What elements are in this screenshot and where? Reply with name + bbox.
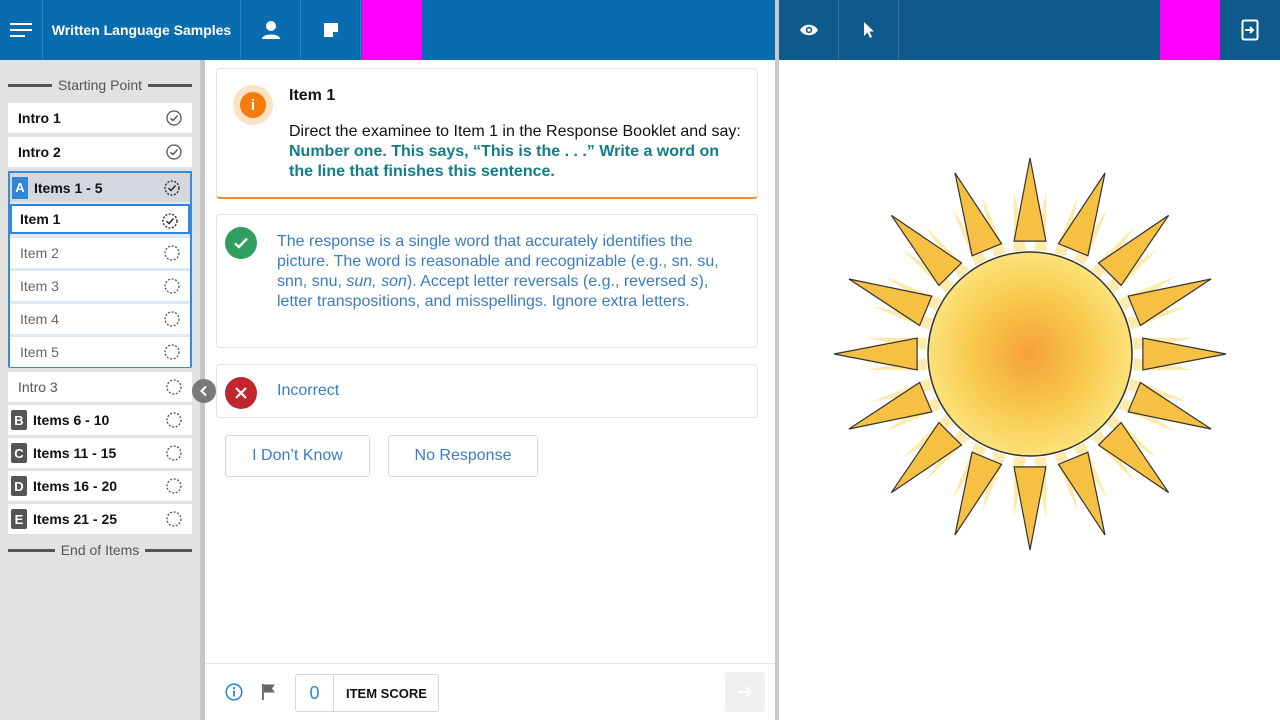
complete-check-icon [166,144,182,160]
exit-button[interactable] [1220,0,1280,60]
collapse-sidebar-button[interactable] [192,379,216,403]
correct-check-icon [225,227,257,259]
info-outline-icon[interactable] [225,683,243,701]
sidebar-group-items-21-25[interactable]: E Items 21 - 25 [8,504,192,534]
not-started-icon [166,478,182,494]
person-icon [261,21,280,39]
incorrect-x-icon [225,377,257,409]
instruction-prefix: Direct the examinee to Item 1 in the Res… [289,123,741,140]
not-started-icon [164,245,180,261]
sidebar-item-intro-1[interactable]: Intro 1 [8,103,192,133]
sidebar-item-intro-3[interactable]: Intro 3 [8,372,192,402]
pointer-button[interactable] [839,0,899,60]
highlight-marker [362,0,422,60]
item-instruction-card: i Item 1 Direct the examinee to Item 1 i… [216,68,758,199]
incorrect-response-option[interactable]: Incorrect [216,364,758,418]
starting-point-header: Starting Point [8,75,192,95]
group-badge: A [12,176,28,199]
sidebar-group-items-11-15[interactable]: C Items 11 - 15 [8,438,192,468]
arrow-right-icon [738,686,753,698]
instruction-say: Number one. This says, “This is the . . … [289,143,720,180]
sidebar-group-items-6-10[interactable]: B Items 6 - 10 [8,405,192,435]
item-score-label: ITEM SCORE [346,685,427,701]
examiner-toolbar: Written Language Samples [0,0,775,60]
eye-icon [799,24,818,36]
next-item-button[interactable] [725,672,765,712]
not-started-icon [164,311,180,327]
exit-icon [1241,19,1259,41]
item-title: Item 1 [289,87,336,104]
note-icon [323,23,338,37]
sidebar-item-item-2[interactable]: Item 2 [10,238,190,268]
in-progress-check-icon [164,180,180,196]
item-score-box: 0 ITEM SCORE [295,674,439,712]
not-started-icon [166,511,182,527]
not-started-icon [164,344,180,360]
flag-icon[interactable] [261,683,277,701]
not-started-icon [164,278,180,294]
examinee-toolbar [779,0,1280,60]
sidebar-group-items-1-5[interactable]: A Items 1 - 5 [8,171,192,202]
dont-know-button[interactable]: I Don’t Know [225,435,370,477]
sidebar-item-item-3[interactable]: Item 3 [10,271,190,301]
chevron-left-icon [200,385,207,397]
item-instruction: Direct the examinee to Item 1 in the Res… [289,122,745,182]
group-badge: E [11,509,27,529]
scoring-footer: 0 ITEM SCORE [205,663,775,720]
incorrect-label: Incorrect [277,382,340,399]
not-started-icon [166,412,182,428]
test-title: Written Language Samples [51,22,232,38]
examinee-button[interactable] [241,0,301,60]
info-icon: i [233,85,273,125]
sun-stimulus-image [833,157,1227,551]
pointer-icon [863,22,874,38]
not-started-icon [166,445,182,461]
pane-divider[interactable] [775,0,779,720]
notes-button[interactable] [301,0,361,60]
sidebar-group-items-16-20[interactable]: D Items 16 - 20 [8,471,192,501]
sidebar-item-item-5[interactable]: Item 5 [10,337,190,367]
item-score-value: 0 [296,675,334,711]
group-badge: D [11,476,27,496]
sidebar-item-item-1[interactable]: Item 1 [10,204,190,234]
group-badge: B [11,410,27,430]
complete-check-icon [166,110,182,126]
preview-button[interactable] [779,0,839,60]
correct-response-text: The response is a single word that accur… [277,233,719,310]
end-of-items-header: End of Items [8,540,192,560]
highlight-marker-right [1160,0,1220,60]
test-title-cell: Written Language Samples [42,0,241,60]
sidebar-item-item-4[interactable]: Item 4 [10,304,190,334]
sidebar-item-intro-2[interactable]: Intro 2 [8,137,192,167]
menu-button[interactable] [0,0,42,60]
in-progress-check-icon [162,213,178,229]
not-started-icon [166,379,182,395]
group-badge: C [11,443,27,463]
menu-icon [10,23,32,37]
no-response-button[interactable]: No Response [388,435,538,477]
correct-response-option[interactable]: The response is a single word that accur… [216,214,758,348]
